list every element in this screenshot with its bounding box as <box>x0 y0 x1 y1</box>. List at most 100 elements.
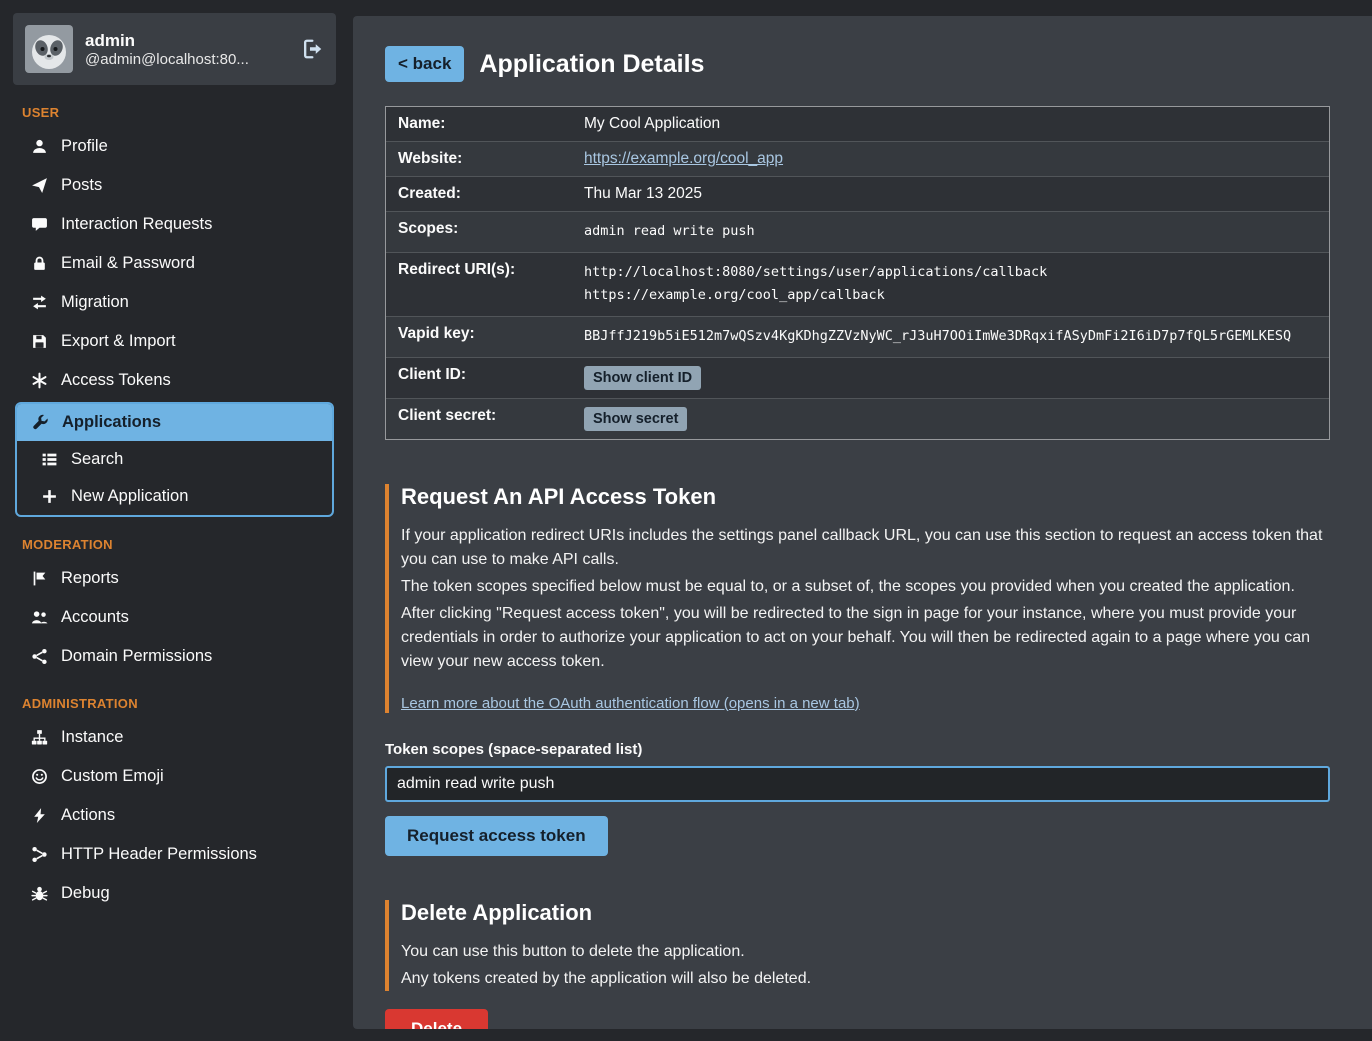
sidebar-item-label: Search <box>71 450 123 469</box>
delete-application-accent-block: Delete Application You can use this butt… <box>385 900 1330 991</box>
sitemap-icon <box>30 729 48 746</box>
sidebar-item-label: Posts <box>61 176 102 195</box>
delete-application-description: You can use this button to delete the ap… <box>401 940 1330 991</box>
sidebar-item-search[interactable]: Search <box>17 441 332 478</box>
request-token-description: If your application redirect URIs includ… <box>401 524 1330 674</box>
sidebar-item-migration[interactable]: Migration <box>0 283 345 322</box>
delete-application-section: Delete Application You can use this butt… <box>385 900 1330 1030</box>
smile-icon <box>30 768 48 785</box>
arrows-icon <box>30 294 48 311</box>
sidebar-item-label: Domain Permissions <box>61 647 212 666</box>
token-scopes-label: Token scopes (space-separated list) <box>385 741 1330 758</box>
detail-value: BBJffJ219b5iE512m7wQSzv4KgKDhgZZVzNyWC_r… <box>584 325 1317 349</box>
mono-value-line: http://localhost:8080/settings/user/appl… <box>584 261 1317 285</box>
request-access-token-button[interactable]: Request access token <box>385 816 608 856</box>
detail-row: Created:Thu Mar 13 2025 <box>386 177 1329 212</box>
sidebar-item-label: Applications <box>62 413 161 432</box>
user-card[interactable]: admin @admin@localhost:80... <box>13 13 336 85</box>
user-icon <box>30 138 48 155</box>
detail-key: Client ID: <box>398 366 584 384</box>
flag-icon <box>30 570 48 587</box>
share-icon <box>30 846 48 863</box>
show-secret-button[interactable]: Show secret <box>584 407 687 431</box>
back-button[interactable]: < back <box>385 46 464 82</box>
sidebar-item-label: Accounts <box>61 608 129 627</box>
sidebar-item-profile[interactable]: Profile <box>0 127 345 166</box>
user-handle: @admin@localhost:80... <box>85 51 249 68</box>
sidebar-item-label: Custom Emoji <box>61 767 164 786</box>
description-paragraph: If your application redirect URIs includ… <box>401 524 1330 572</box>
detail-value: My Cool Application <box>584 115 1317 133</box>
delete-button[interactable]: Delete <box>385 1009 488 1030</box>
bolt-icon <box>30 807 48 824</box>
sidebar-item-label: Instance <box>61 728 123 747</box>
sidebar-item-interaction-requests[interactable]: Interaction Requests <box>0 205 345 244</box>
sidebar-item-label: Email & Password <box>61 254 195 273</box>
logout-icon[interactable] <box>302 38 324 60</box>
sidebar-item-posts[interactable]: Posts <box>0 166 345 205</box>
mono-value-line: admin read write push <box>584 220 1317 244</box>
floppy-icon <box>30 333 48 350</box>
sidebar-active-group: Applications Search New Application <box>15 402 334 517</box>
sidebar-item-label: HTTP Header Permissions <box>61 845 257 864</box>
mono-value-line: BBJffJ219b5iE512m7wQSzv4KgKDhgZZVzNyWC_r… <box>584 325 1317 349</box>
oauth-docs-link[interactable]: Learn more about the OAuth authenticatio… <box>401 695 860 712</box>
description-paragraph: You can use this button to delete the ap… <box>401 940 1330 964</box>
detail-row: Vapid key:BBJffJ219b5iE512m7wQSzv4KgKDhg… <box>386 317 1329 358</box>
sidebar-item-http-header-permissions[interactable]: HTTP Header Permissions <box>0 835 345 874</box>
detail-key: Created: <box>398 185 584 203</box>
sidebar-item-domain-permissions[interactable]: Domain Permissions <box>0 637 345 676</box>
asterisk-icon <box>30 372 48 389</box>
website-link[interactable]: https://example.org/cool_app <box>584 150 783 167</box>
sidebar-item-access-tokens[interactable]: Access Tokens <box>0 361 345 400</box>
sidebar-section-label: ADMINISTRATION <box>22 696 345 711</box>
detail-row: Redirect URI(s):http://localhost:8080/se… <box>386 253 1329 317</box>
detail-row: Website:https://example.org/cool_app <box>386 142 1329 177</box>
request-token-accent-block: Request An API Access Token If your appl… <box>385 484 1330 713</box>
sidebar-item-label: Profile <box>61 137 108 156</box>
sidebar-item-reports[interactable]: Reports <box>0 559 345 598</box>
detail-row: Client secret:Show secret <box>386 399 1329 439</box>
page-header: < back Application Details <box>385 46 1330 82</box>
sidebar-item-new-application[interactable]: New Application <box>17 478 332 515</box>
mono-value-line: https://example.org/cool_app/callback <box>584 284 1317 308</box>
wrench-icon <box>31 414 49 431</box>
comment-icon <box>30 216 48 233</box>
sidebar-item-debug[interactable]: Debug <box>0 874 345 913</box>
sidebar-item-applications[interactable]: Applications <box>17 404 332 441</box>
detail-key: Redirect URI(s): <box>398 261 584 279</box>
show-client-id-button[interactable]: Show client ID <box>584 366 701 390</box>
detail-value: http://localhost:8080/settings/user/appl… <box>584 261 1317 308</box>
main-panel: < back Application Details Name:My Cool … <box>353 16 1372 1029</box>
sidebar-item-label: Actions <box>61 806 115 825</box>
users-icon <box>30 609 48 626</box>
sidebar-item-custom-emoji[interactable]: Custom Emoji <box>0 757 345 796</box>
detail-row: Scopes:admin read write push <box>386 212 1329 253</box>
token-scopes-input[interactable] <box>385 766 1330 802</box>
detail-key: Client secret: <box>398 407 584 425</box>
sidebar-item-actions[interactable]: Actions <box>0 796 345 835</box>
detail-key: Vapid key: <box>398 325 584 343</box>
bug-icon <box>30 885 48 902</box>
sidebar-item-email-password[interactable]: Email & Password <box>0 244 345 283</box>
detail-value: Show client ID <box>584 366 1317 390</box>
sidebar-item-accounts[interactable]: Accounts <box>0 598 345 637</box>
page-title: Application Details <box>479 50 704 79</box>
sidebar-item-label: Export & Import <box>61 332 176 351</box>
sidebar-nav: USER Profile Posts Interaction Requests Emai… <box>0 105 345 913</box>
detail-key: Scopes: <box>398 220 584 238</box>
request-token-title: Request An API Access Token <box>401 484 1330 510</box>
sidebar-item-label: Access Tokens <box>61 371 171 390</box>
sidebar-item-label: Interaction Requests <box>61 215 212 234</box>
detail-value: Show secret <box>584 407 1317 431</box>
sidebar-section-label: MODERATION <box>22 537 345 552</box>
delete-application-title: Delete Application <box>401 900 1330 926</box>
sidebar-item-export-import[interactable]: Export & Import <box>0 322 345 361</box>
sidebar-item-label: Debug <box>61 884 110 903</box>
detail-key: Website: <box>398 150 584 168</box>
avatar <box>25 25 73 73</box>
share-nodes-icon <box>30 648 48 665</box>
sidebar-item-instance[interactable]: Instance <box>0 718 345 757</box>
detail-row: Client ID:Show client ID <box>386 358 1329 399</box>
sidebar-section-label: USER <box>22 105 345 120</box>
